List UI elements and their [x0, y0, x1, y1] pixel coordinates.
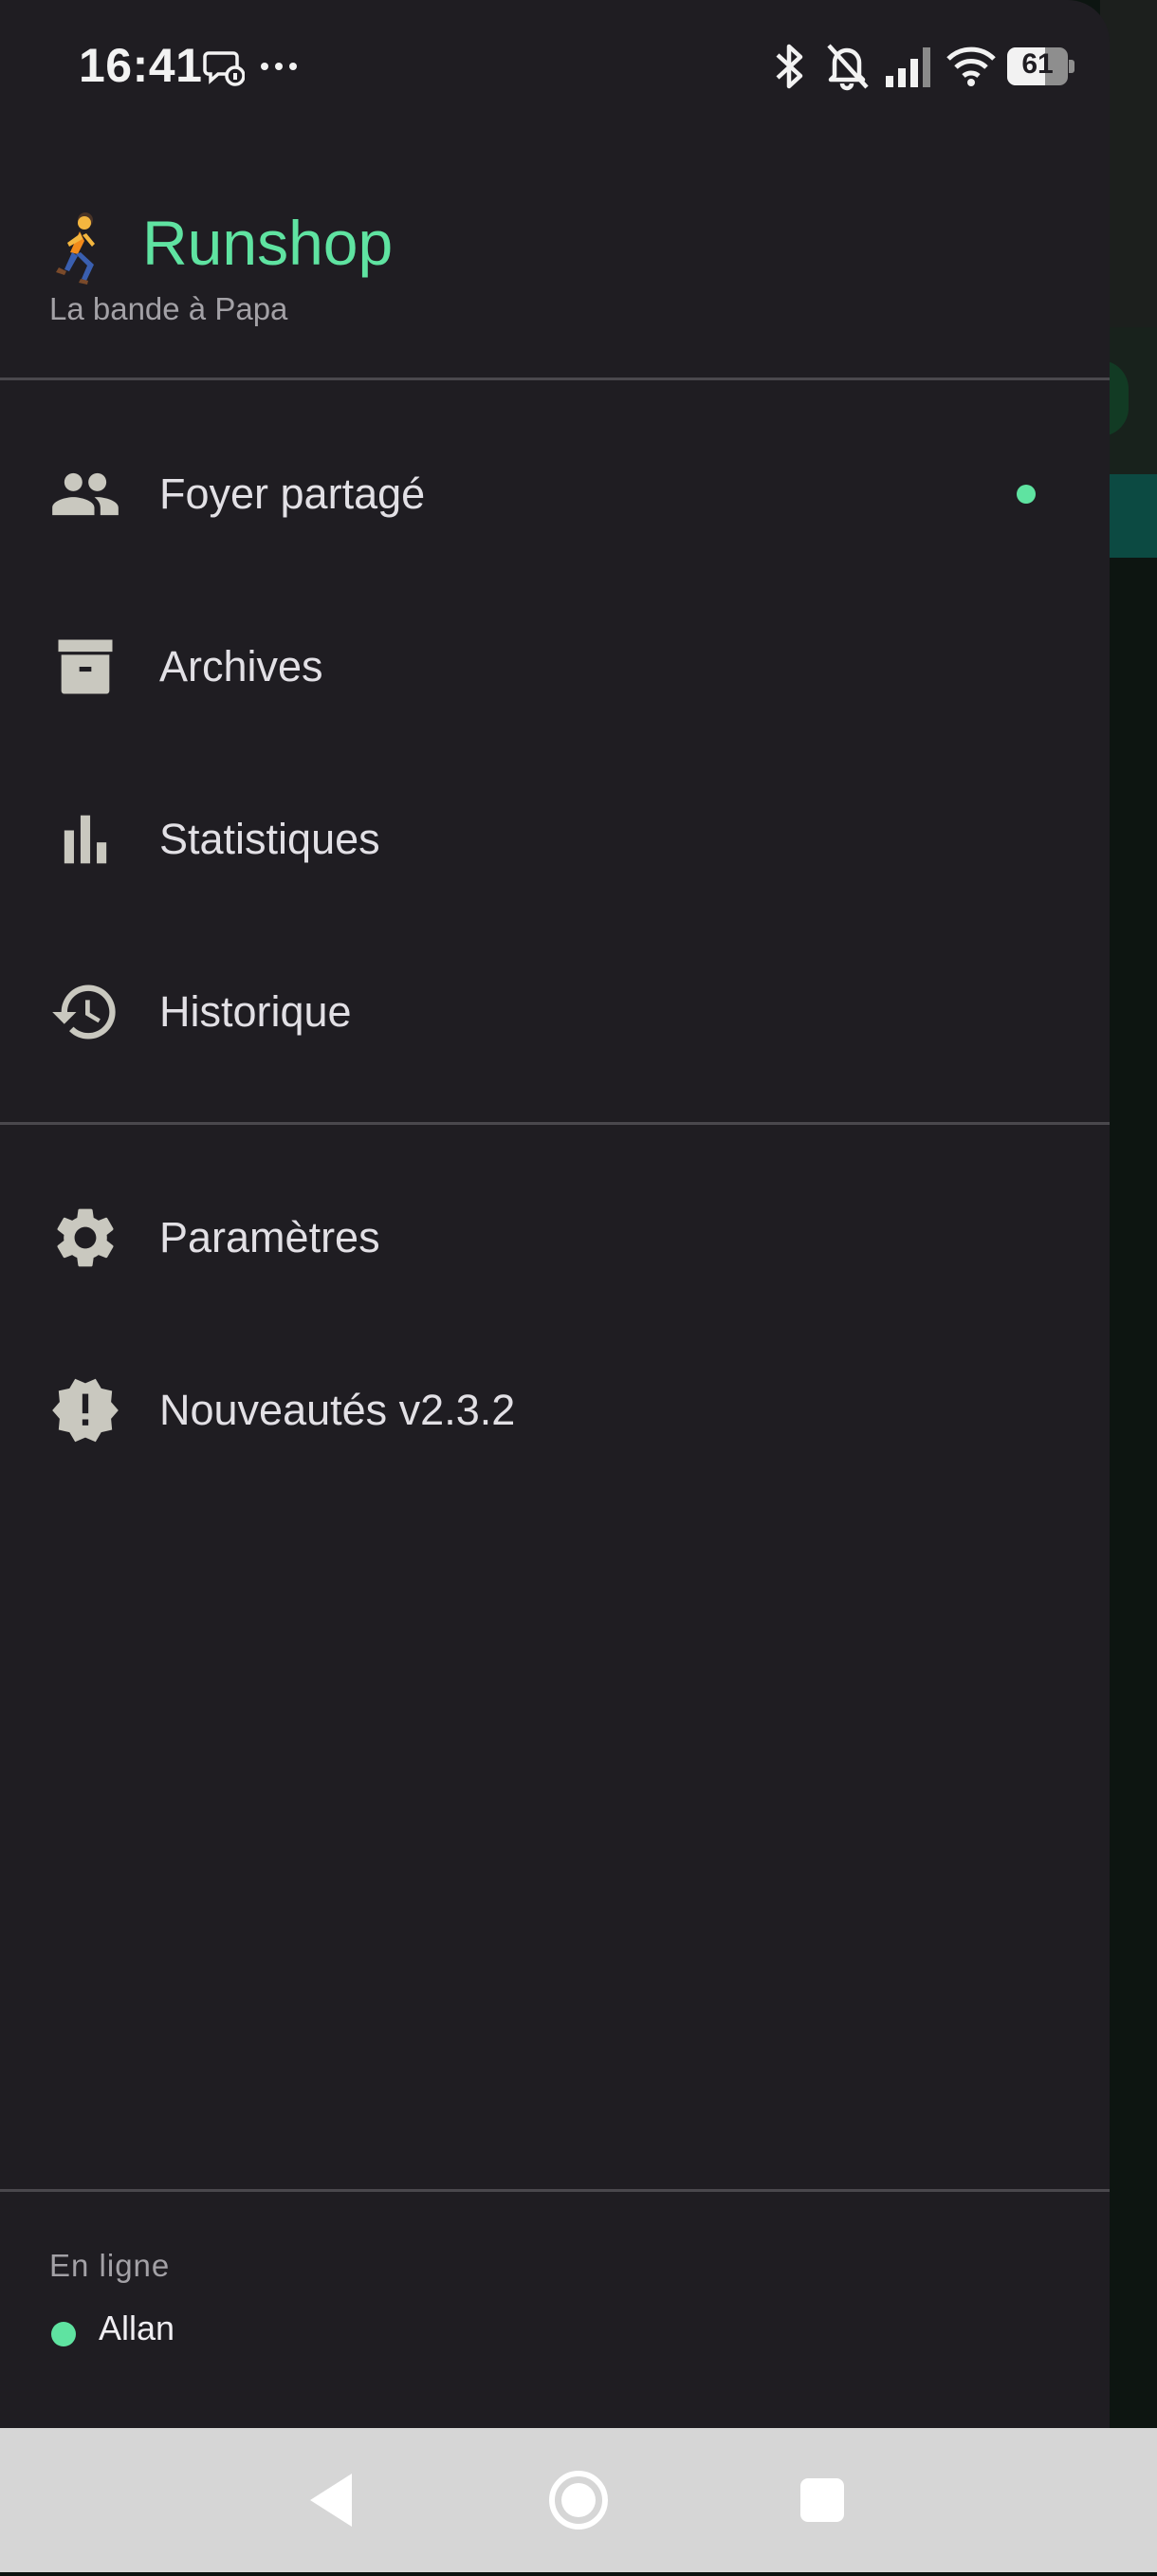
archive-icon: [58, 639, 113, 694]
menu-divider: [0, 1122, 1110, 1125]
menu-item-statistiques[interactable]: Statistiques: [0, 759, 1110, 920]
bluetooth-icon: [776, 44, 803, 89]
notifications-off-icon: [827, 44, 869, 91]
shared-household-indicator: [1017, 485, 1036, 504]
menu-item-label: Paramètres: [159, 1213, 380, 1261]
history-icon: [52, 984, 116, 1040]
navigation-drawer: 16:41 61 Runshop La bande à Papa Foyer p…: [0, 0, 1110, 2428]
back-icon: [310, 2474, 352, 2527]
more-dots-icon: [261, 63, 297, 70]
menu-item-label: Nouveautés v2.3.2: [159, 1386, 516, 1434]
menu-item-label: Foyer partagé: [159, 469, 426, 518]
menu-item-label: Archives: [159, 642, 323, 690]
back-button[interactable]: [268, 2428, 401, 2572]
app-subtitle: La bande à Papa: [49, 291, 288, 326]
online-title: En ligne: [49, 2248, 171, 2283]
menu-item-archives[interactable]: Archives: [0, 586, 1110, 747]
group-icon: [52, 472, 119, 516]
battery-icon: 61: [1007, 47, 1075, 85]
home-button[interactable]: [512, 2428, 645, 2572]
recents-button[interactable]: [756, 2428, 889, 2572]
menu-item-parametres[interactable]: Paramètres: [0, 1157, 1110, 1318]
menu-item-label: Historique: [159, 987, 352, 1036]
new-release-icon: [52, 1378, 119, 1443]
online-user-name: Allan: [99, 2309, 175, 2347]
chat-notification-icon: [203, 51, 245, 86]
menu-item-foyer-partage[interactable]: Foyer partagé: [0, 414, 1110, 575]
drawer-header: Runshop La bande à Papa: [0, 133, 1110, 381]
gear-icon: [57, 1208, 114, 1267]
status-time: 16:41: [79, 39, 203, 92]
menu-item-historique[interactable]: Historique: [0, 931, 1110, 1093]
footer-divider: [0, 2189, 1110, 2192]
status-bar: 16:41 61: [0, 0, 1110, 133]
system-navigation-bar: [0, 2428, 1157, 2572]
menu-item-nouveautes[interactable]: Nouveautés v2.3.2: [0, 1330, 1110, 1491]
recents-icon: [800, 2478, 844, 2522]
menu-item-label: Statistiques: [159, 815, 380, 863]
signal-icon: [886, 47, 930, 87]
online-status-dot: [51, 2322, 76, 2346]
bar-chart-icon: [64, 815, 107, 864]
header-divider: [0, 377, 1110, 380]
app-title: Runshop: [142, 208, 394, 278]
home-icon: [549, 2471, 608, 2530]
online-user: Allan: [49, 2305, 429, 2362]
wifi-icon: [946, 46, 996, 86]
running-person-icon: [56, 212, 95, 285]
battery-level: 61: [1021, 48, 1054, 80]
